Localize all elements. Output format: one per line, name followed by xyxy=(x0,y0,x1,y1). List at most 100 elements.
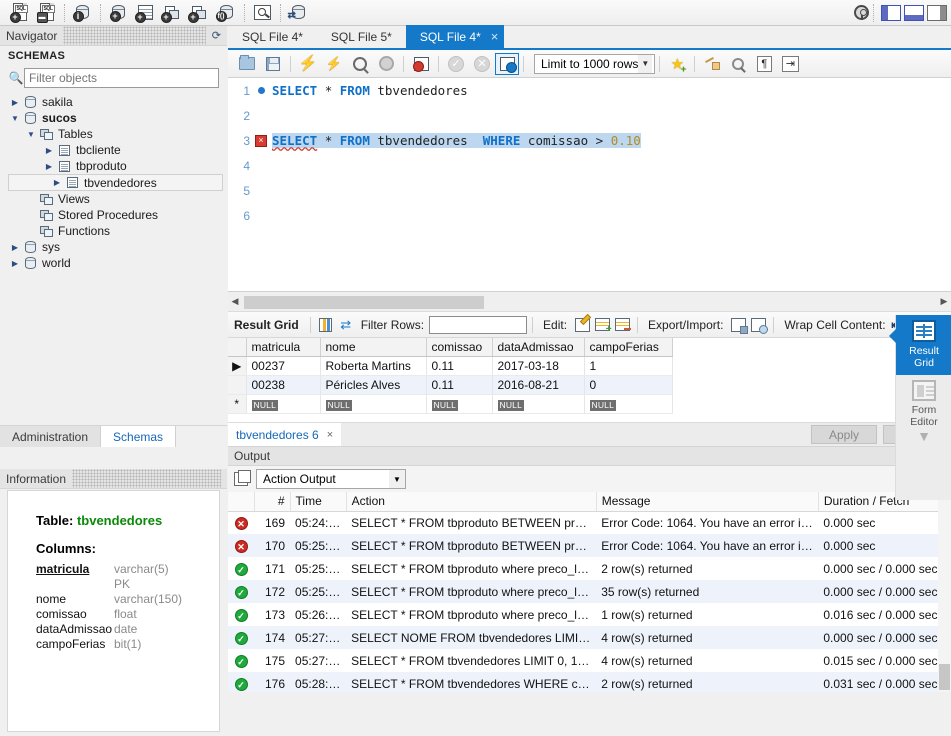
open-file-icon[interactable] xyxy=(234,53,260,75)
chevron-right-icon[interactable] xyxy=(42,162,56,171)
chevron-right-icon[interactable] xyxy=(42,146,56,155)
refresh-result-icon[interactable]: ⇄ xyxy=(336,315,356,335)
scroll-thumb[interactable] xyxy=(244,295,484,309)
table-row-new[interactable]: * NULL NULL NULL NULL NULL xyxy=(228,394,673,414)
cell-campoFerias[interactable]: 1 xyxy=(584,356,673,376)
cell-dataAdmissao-null[interactable]: NULL xyxy=(492,394,585,414)
error-marker-icon[interactable]: × xyxy=(250,134,272,147)
new-schema-icon[interactable]: + xyxy=(105,2,131,24)
apply-button[interactable]: Apply xyxy=(811,425,877,444)
resultset-tab-tbvendedores[interactable]: tbvendedores 6 × xyxy=(228,423,342,446)
column-header-campoFerias[interactable]: campoFerias xyxy=(584,338,673,357)
search-data-icon[interactable] xyxy=(249,2,275,24)
tree-item-tbvendedores[interactable]: tbvendedores xyxy=(8,174,223,191)
sql-editor[interactable]: 1 SELECT * FROM tbvendedores 2 3 × SELEC… xyxy=(228,78,951,292)
toggle-wrapping-icon[interactable]: ⇥ xyxy=(777,53,803,75)
cell-comissao[interactable]: 0.11 xyxy=(426,356,493,376)
column-header-matricula[interactable]: matricula xyxy=(246,338,321,357)
import-recordset-icon[interactable] xyxy=(748,315,768,335)
output-row[interactable]: ✕ 170 05:25:00 SELECT * FROM tbproduto B… xyxy=(228,534,951,557)
chevron-down-icon[interactable]: ▼ xyxy=(638,54,653,73)
chevron-right-icon[interactable] xyxy=(50,178,64,187)
chevron-down-icon[interactable] xyxy=(24,130,38,139)
tree-item-tables[interactable]: Tables xyxy=(0,126,227,142)
chevron-down-icon[interactable]: ▼ xyxy=(389,470,405,488)
output-row[interactable]: ✕ 169 05:24:54 SELECT * FROM tbproduto B… xyxy=(228,511,951,534)
cell-campoFerias[interactable]: 0 xyxy=(584,375,673,395)
sql-tab-3-active[interactable]: SQL File 4* × xyxy=(405,25,505,48)
view-form-editor-button[interactable]: Form Editor ▼ xyxy=(896,375,951,448)
cell-nome[interactable]: Roberta Martins xyxy=(320,356,427,376)
output-log[interactable]: # Time Action Message Duration / Fetch ✕… xyxy=(228,492,951,692)
cell-dataAdmissao[interactable]: 2017-03-18 xyxy=(492,356,585,376)
column-header-nome[interactable]: nome xyxy=(320,338,427,357)
table-row[interactable]: ▶ 00237 Roberta Martins 0.11 2017-03-18 … xyxy=(228,356,673,376)
output-row[interactable]: ✓ 175 05:27:57 SELECT * FROM tbvendedore… xyxy=(228,649,951,672)
scroll-right-icon[interactable]: ▶ xyxy=(937,296,951,307)
cell-campoFerias-null[interactable]: NULL xyxy=(584,394,673,414)
row-marker-new[interactable]: * xyxy=(228,394,247,414)
tree-item-stored-procedures[interactable]: Stored Procedures xyxy=(0,207,227,223)
toggle-invisible-characters-icon[interactable]: ¶ xyxy=(751,53,777,75)
output-row[interactable]: ✓ 171 05:25:28 SELECT * FROM tbproduto w… xyxy=(228,557,951,580)
new-view-icon[interactable]: + xyxy=(159,2,185,24)
view-result-grid-button[interactable]: Result Grid xyxy=(889,315,951,375)
result-grid[interactable]: matricula nome comissao dataAdmissao cam… xyxy=(228,338,951,422)
chevron-down-icon[interactable]: ▼ xyxy=(917,429,931,443)
help-globe-icon[interactable] xyxy=(854,5,869,20)
toggle-columns-icon[interactable] xyxy=(316,315,336,335)
column-header-comissao[interactable]: comissao xyxy=(426,338,493,357)
cell-nome[interactable]: Péricles Alves xyxy=(320,375,427,395)
close-icon[interactable]: × xyxy=(327,429,333,441)
execute-current-statement-icon[interactable]: ⚡ xyxy=(321,53,347,75)
limit-rows-select[interactable]: Limit to 1000 rows ▼ xyxy=(534,53,656,74)
cell-comissao-null[interactable]: NULL xyxy=(426,394,493,414)
close-icon[interactable]: × xyxy=(491,29,499,44)
cell-comissao[interactable]: 0.11 xyxy=(426,375,493,395)
scroll-thumb[interactable] xyxy=(939,664,950,690)
tree-item-views[interactable]: Views xyxy=(0,191,227,207)
sql-tab-1[interactable]: SQL File 4* xyxy=(228,25,317,48)
edit-cell-icon[interactable] xyxy=(572,315,592,335)
scroll-track[interactable] xyxy=(242,294,937,309)
chevron-right-icon[interactable] xyxy=(8,243,22,252)
new-function-icon[interactable]: f() xyxy=(213,2,239,24)
output-row[interactable]: ✓ 172 05:25:41 SELECT * FROM tbproduto w… xyxy=(228,580,951,603)
layout-sidebar-toggle[interactable] xyxy=(881,4,901,21)
tree-item-functions[interactable]: Functions xyxy=(0,223,227,239)
filter-rows-input[interactable] xyxy=(429,315,528,334)
tree-item-sucos[interactable]: sucos xyxy=(0,110,227,126)
beautify-query-icon[interactable] xyxy=(699,53,725,75)
tree-item-tbcliente[interactable]: tbcliente xyxy=(0,142,227,158)
row-marker[interactable] xyxy=(228,375,247,395)
scroll-left-icon[interactable]: ◀ xyxy=(228,296,242,307)
row-marker[interactable]: ▶ xyxy=(228,356,247,376)
open-sql-file-icon[interactable]: SQL ▬ xyxy=(33,2,59,24)
tree-item-world[interactable]: world xyxy=(0,255,227,271)
cell-dataAdmissao[interactable]: 2016-08-21 xyxy=(492,375,585,395)
tree-item-sakila[interactable]: sakila xyxy=(0,94,227,110)
table-row[interactable]: 00238 Péricles Alves 0.11 2016-08-21 0 xyxy=(228,375,673,395)
output-row[interactable]: ✓ 176 05:28:20 SELECT * FROM tbvendedore… xyxy=(228,672,951,692)
toggle-stop-on-error-icon[interactable] xyxy=(408,53,434,75)
filter-objects-input[interactable] xyxy=(24,68,219,88)
output-row[interactable]: ✓ 173 05:26:30 SELECT * FROM tbproduto w… xyxy=(228,603,951,626)
new-procedure-icon[interactable]: + xyxy=(186,2,212,24)
new-table-icon[interactable]: + xyxy=(132,2,158,24)
cell-matricula[interactable]: 00237 xyxy=(246,356,321,376)
save-snippet-icon[interactable]: ★ + xyxy=(664,53,690,75)
tree-item-sys[interactable]: sys xyxy=(0,239,227,255)
output-row[interactable]: ✓ 174 05:27:47 SELECT NOME FROM tbvended… xyxy=(228,626,951,649)
commit-transaction-icon[interactable]: ✓ xyxy=(443,53,469,75)
editor-horizontal-scrollbar[interactable]: ◀ ▶ xyxy=(228,292,951,312)
toggle-autocommit-icon[interactable] xyxy=(495,52,519,75)
column-header-dataAdmissao[interactable]: dataAdmissao xyxy=(492,338,585,357)
cell-nome-null[interactable]: NULL xyxy=(320,394,427,414)
output-type-icon[interactable] xyxy=(234,470,251,486)
chevron-down-icon[interactable] xyxy=(8,114,22,123)
explain-query-icon[interactable] xyxy=(347,53,373,75)
rollback-transaction-icon[interactable]: ✕ xyxy=(469,53,495,75)
tab-administration[interactable]: Administration xyxy=(0,426,102,447)
layout-secondary-sidebar-toggle[interactable] xyxy=(927,4,947,21)
save-file-icon[interactable] xyxy=(260,53,286,75)
